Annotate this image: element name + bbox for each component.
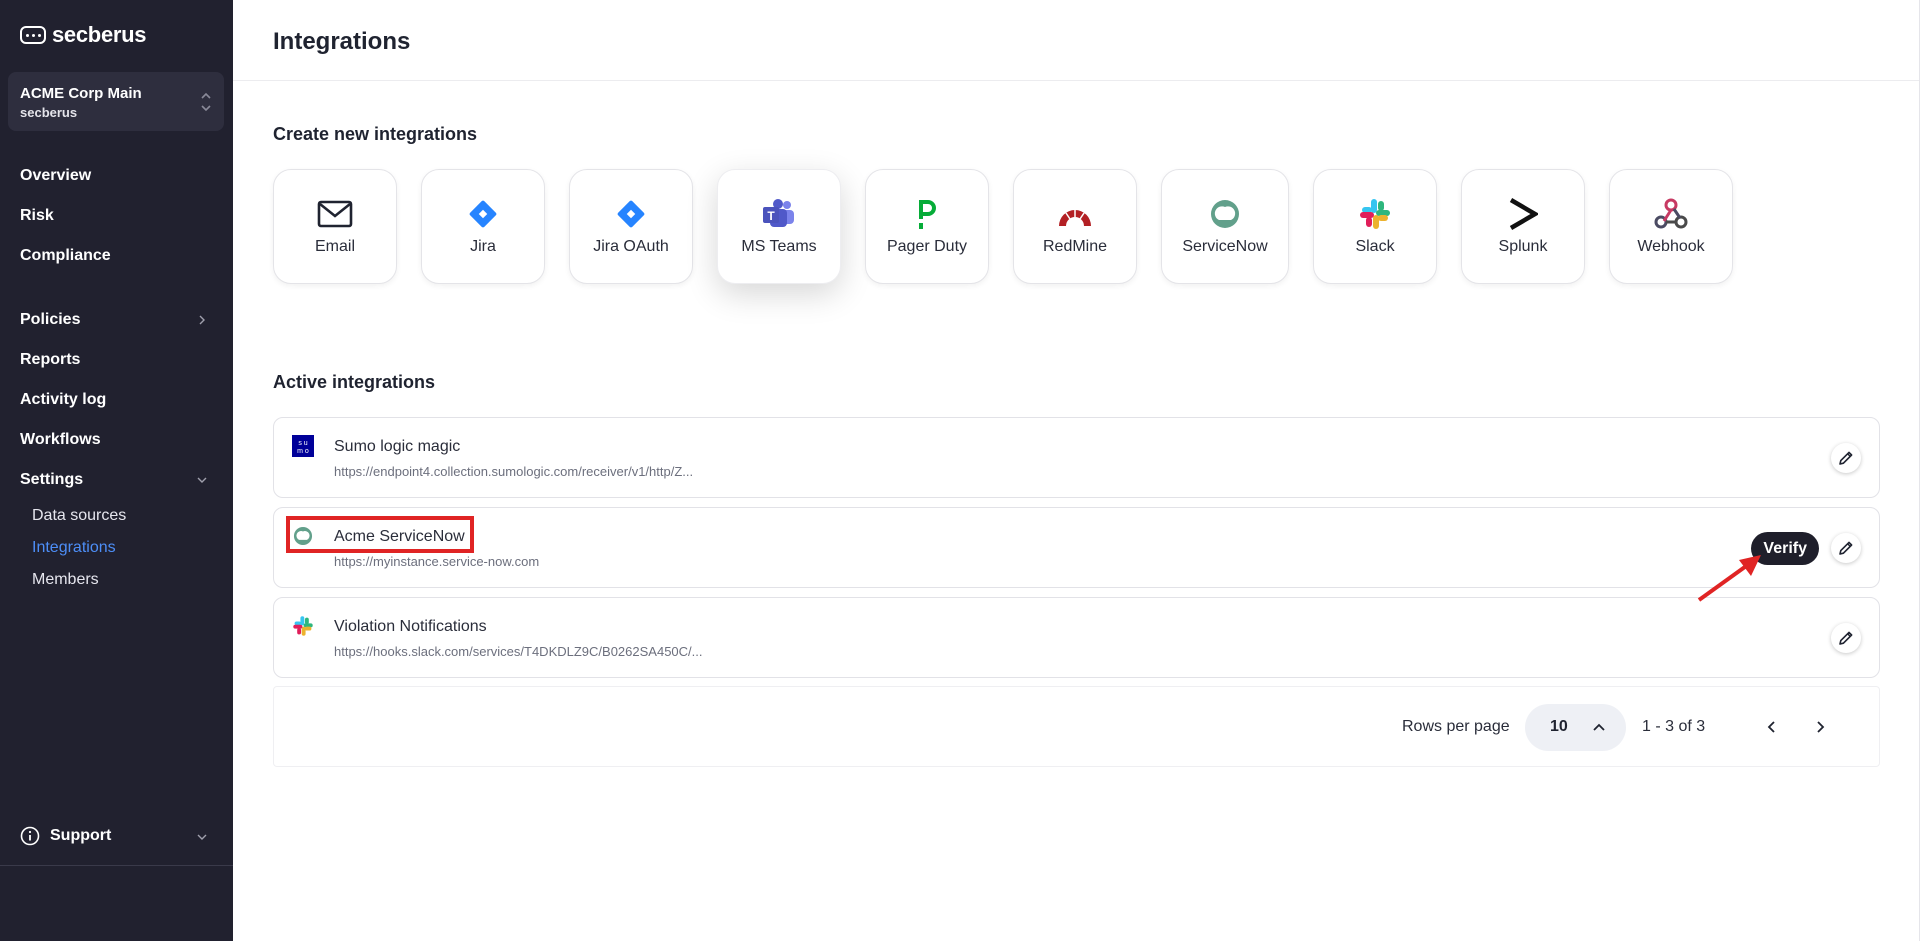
- jira-icon: [465, 196, 501, 232]
- edit-button[interactable]: [1831, 533, 1861, 563]
- next-page-button[interactable]: [1810, 717, 1830, 737]
- chevron-right-icon: [1817, 721, 1825, 733]
- envelope-icon: [317, 196, 353, 232]
- rows-per-page-value: 10: [1550, 718, 1568, 735]
- webhook-icon: [1653, 196, 1689, 232]
- card-label: Slack: [1355, 238, 1395, 255]
- org-switcher[interactable]: ACME Corp Main secberus: [8, 72, 224, 131]
- integration-url: https://myinstance.service-now.com: [334, 554, 540, 569]
- slack-icon: [1357, 196, 1393, 232]
- previous-page-button[interactable]: [1762, 717, 1782, 737]
- chevron-up-down-icon: [201, 92, 211, 112]
- pencil-icon: [1839, 541, 1853, 555]
- table-row[interactable]: s u m o Sumo logic magic https://endpoin…: [273, 417, 1880, 498]
- main-content: Integrations Create new integrations Ema…: [233, 0, 1920, 941]
- nav-policies[interactable]: Policies: [20, 311, 80, 329]
- support-label: Support: [50, 827, 112, 844]
- card-label: MS Teams: [741, 238, 817, 255]
- integration-name: Violation Notifications: [334, 618, 487, 635]
- nav-compliance[interactable]: Compliance: [20, 247, 111, 265]
- integration-cards: Email Jira Jira OAuth T MS Teams Pager D…: [273, 169, 1773, 285]
- brand-logo[interactable]: secberus: [20, 22, 147, 48]
- table-row[interactable]: Violation Notifications https://hooks.sl…: [273, 597, 1880, 678]
- pagination-bar: Rows per page 10 1 - 3 of 3: [273, 686, 1880, 767]
- pagerduty-icon: [909, 196, 945, 232]
- card-label: Pager Duty: [886, 238, 968, 255]
- nav-reports[interactable]: Reports: [20, 351, 80, 369]
- servicenow-icon: [1207, 196, 1243, 232]
- svg-text:T: T: [767, 209, 775, 223]
- integration-card-splunk[interactable]: Splunk: [1461, 169, 1585, 284]
- integration-card-redmine[interactable]: RedMine: [1013, 169, 1137, 284]
- redmine-icon: [1057, 196, 1093, 232]
- annotation-highlight-box: [286, 516, 474, 553]
- header-divider: [233, 80, 1920, 81]
- integration-card-jira[interactable]: Jira: [421, 169, 545, 284]
- org-subtitle: secberus: [20, 105, 78, 120]
- card-label: Splunk: [1498, 238, 1548, 255]
- secberus-logo-icon: [20, 26, 46, 44]
- brand-name: secberus: [52, 22, 147, 47]
- integration-url: https://endpoint4.collection.sumologic.c…: [334, 464, 694, 479]
- sidebar-item-data-sources[interactable]: Data sources: [32, 507, 126, 525]
- pencil-icon: [1839, 631, 1853, 645]
- chevron-up-icon: [1593, 723, 1605, 731]
- ms-teams-icon: T: [761, 196, 797, 232]
- integration-card-servicenow[interactable]: ServiceNow: [1161, 169, 1289, 284]
- integration-card-jira-oauth[interactable]: Jira OAuth: [569, 169, 693, 284]
- info-icon: [20, 826, 40, 846]
- nav-settings[interactable]: Settings: [20, 471, 83, 489]
- nav-workflows[interactable]: Workflows: [20, 431, 101, 449]
- edit-button[interactable]: [1831, 443, 1861, 473]
- integration-card-email[interactable]: Email: [273, 169, 397, 284]
- rows-per-page-select[interactable]: 10: [1525, 704, 1626, 751]
- integration-card-webhook[interactable]: Webhook: [1609, 169, 1733, 284]
- pagination-range: 1 - 3 of 3: [1642, 718, 1706, 735]
- integration-url: https://hooks.slack.com/services/T4DKDLZ…: [334, 644, 703, 659]
- edit-button[interactable]: [1831, 623, 1861, 653]
- pencil-icon: [1839, 451, 1853, 465]
- sidebar-item-members[interactable]: Members: [32, 571, 99, 589]
- integration-card-ms-teams[interactable]: T MS Teams: [717, 169, 841, 284]
- card-label: ServiceNow: [1182, 238, 1268, 255]
- sumo-logic-icon: m o: [297, 448, 309, 455]
- integration-name: Sumo logic magic: [334, 438, 461, 455]
- chevron-right-icon: [199, 315, 205, 325]
- nav-support[interactable]: Support: [20, 826, 111, 846]
- nav-risk[interactable]: Risk: [20, 207, 54, 225]
- active-integrations-title: Active integrations: [273, 372, 436, 392]
- chevron-down-icon: [197, 477, 207, 483]
- create-integrations-title: Create new integrations: [273, 124, 478, 144]
- card-label: RedMine: [1042, 238, 1108, 255]
- annotation-arrow-icon: [1697, 555, 1761, 602]
- table-row[interactable]: Acme ServiceNow https://myinstance.servi…: [273, 507, 1880, 588]
- splunk-icon: [1505, 196, 1541, 232]
- chevron-left-icon: [1767, 721, 1775, 733]
- card-label: Webhook: [1637, 238, 1705, 255]
- card-label: Jira: [470, 238, 496, 255]
- jira-oauth-icon: [613, 196, 649, 232]
- card-label: Jira OAuth: [593, 238, 669, 255]
- sumo-logic-icon: s u: [298, 440, 307, 447]
- nav-activity-log[interactable]: Activity log: [20, 391, 106, 409]
- integration-card-slack[interactable]: Slack: [1313, 169, 1437, 284]
- sidebar-item-integrations[interactable]: Integrations: [32, 539, 116, 557]
- chevron-down-icon: [197, 834, 207, 840]
- card-label: Email: [314, 238, 355, 255]
- sidebar-divider: [0, 865, 233, 866]
- nav-overview[interactable]: Overview: [20, 167, 91, 185]
- org-name: ACME Corp Main: [20, 85, 142, 102]
- slack-icon: [292, 615, 314, 637]
- sumo-logic-icon: s u m o: [292, 435, 314, 457]
- integration-card-pager-duty[interactable]: Pager Duty: [865, 169, 989, 284]
- sidebar: secberus ACME Corp Main secberus Overvie…: [0, 0, 233, 941]
- rows-per-page-label: Rows per page: [1402, 718, 1510, 735]
- page-title: Integrations: [273, 28, 411, 55]
